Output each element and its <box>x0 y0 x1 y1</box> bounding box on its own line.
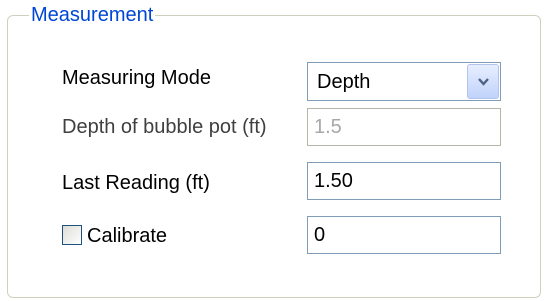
dropdown-button[interactable] <box>467 64 499 99</box>
measurement-group-title: Measurement <box>29 3 156 27</box>
measuring-mode-dropdown[interactable]: Depth <box>307 62 501 101</box>
calibrate-value-field[interactable]: 0 <box>307 216 501 254</box>
calibrate-label[interactable]: Calibrate <box>87 224 167 248</box>
calibrate-checkbox[interactable] <box>62 225 82 245</box>
measuring-mode-label: Measuring Mode <box>62 67 211 89</box>
bubble-pot-depth-field: 1.5 <box>307 108 501 146</box>
chevron-down-icon <box>478 78 489 86</box>
last-reading-field[interactable]: 1.50 <box>307 162 501 200</box>
last-reading-label: Last Reading (ft) <box>62 172 210 194</box>
measuring-mode-selected-value: Depth <box>317 71 371 93</box>
bubble-pot-depth-label: Depth of bubble pot (ft) <box>62 116 267 138</box>
measurement-groupbox <box>7 15 541 298</box>
